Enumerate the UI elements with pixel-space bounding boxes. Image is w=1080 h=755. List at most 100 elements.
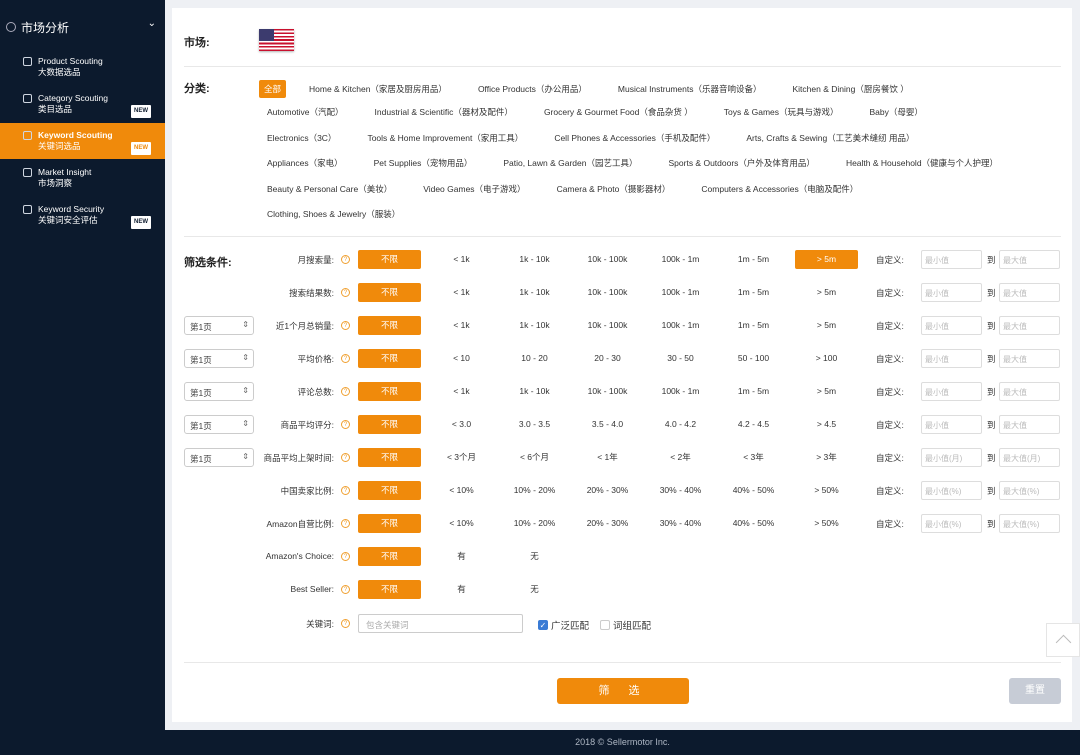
help-icon[interactable]: ? bbox=[341, 387, 350, 396]
filter-option[interactable]: < 3.0 bbox=[430, 415, 493, 434]
filter-option[interactable]: > 5m bbox=[795, 250, 858, 269]
max-value-input[interactable]: 最大值 bbox=[999, 283, 1060, 302]
max-value-input[interactable]: 最大值 bbox=[999, 316, 1060, 335]
filter-option[interactable]: 30 - 50 bbox=[649, 349, 712, 368]
filter-option[interactable]: 不限 bbox=[358, 415, 421, 434]
help-icon[interactable]: ? bbox=[341, 585, 350, 594]
filter-option[interactable]: 有 bbox=[430, 547, 493, 566]
category-option[interactable]: Grocery & Gourmet Food（食品杂货 ） bbox=[544, 106, 693, 118]
filter-option[interactable]: 不限 bbox=[358, 580, 421, 599]
help-icon[interactable]: ? bbox=[341, 354, 350, 363]
max-value-input[interactable]: 最大值(月) bbox=[999, 448, 1060, 467]
sidebar-item-keyword-security[interactable]: Keyword Security 关键词安全评估 NEW bbox=[0, 197, 165, 233]
filter-option[interactable]: 1k - 10k bbox=[503, 382, 566, 401]
filter-option[interactable]: > 5m bbox=[795, 283, 858, 302]
category-option[interactable]: Automotive（汽配） bbox=[267, 106, 344, 118]
min-value-input[interactable]: 最小值(%) bbox=[921, 514, 982, 533]
filter-option[interactable]: 有 bbox=[430, 580, 493, 599]
category-option[interactable]: Industrial & Scientific（器材及配件） bbox=[375, 106, 513, 118]
filter-option[interactable]: < 1k bbox=[430, 283, 493, 302]
filter-option[interactable]: 1k - 10k bbox=[503, 283, 566, 302]
min-value-input[interactable]: 最小值 bbox=[921, 283, 982, 302]
filter-option[interactable]: 20% - 30% bbox=[576, 481, 639, 500]
category-option[interactable]: Appliances（家电） bbox=[267, 157, 343, 169]
max-value-input[interactable]: 最大值 bbox=[999, 250, 1060, 269]
filter-option[interactable]: 3.0 - 3.5 bbox=[503, 415, 566, 434]
filter-option[interactable]: 1k - 10k bbox=[503, 316, 566, 335]
category-option[interactable]: 全部 bbox=[259, 80, 287, 98]
category-option[interactable]: Office Products（办公用品） bbox=[478, 83, 587, 95]
phrase-match-checkbox[interactable]: 词组匹配 bbox=[600, 618, 651, 632]
sidebar-item-category-scouting[interactable]: Category Scouting 类目选品 NEW bbox=[0, 86, 165, 122]
min-value-input[interactable]: 最小值(%) bbox=[921, 481, 982, 500]
us-flag-icon[interactable] bbox=[259, 29, 294, 51]
filter-option[interactable]: < 2年 bbox=[649, 448, 712, 467]
category-option[interactable]: Toys & Games（玩具与游戏） bbox=[724, 106, 839, 118]
help-icon[interactable]: ? bbox=[341, 519, 350, 528]
reset-button[interactable]: 重置 bbox=[1009, 678, 1061, 704]
back-to-top-button[interactable] bbox=[1046, 623, 1080, 657]
filter-option[interactable]: 不限 bbox=[358, 349, 421, 368]
filter-option[interactable]: 1k - 10k bbox=[503, 250, 566, 269]
help-icon[interactable]: ? bbox=[341, 288, 350, 297]
max-value-input[interactable]: 最大值(%) bbox=[999, 481, 1060, 500]
category-option[interactable]: Home & Kitchen（家居及厨房用品） bbox=[309, 83, 447, 95]
category-option[interactable]: Musical Instruments（乐器音响设备） bbox=[618, 83, 762, 95]
filter-option[interactable]: 10% - 20% bbox=[503, 514, 566, 533]
filter-option[interactable]: 无 bbox=[503, 547, 566, 566]
filter-option[interactable]: 不限 bbox=[358, 316, 421, 335]
category-option[interactable]: Sports & Outdoors（户外及体育用品） bbox=[669, 157, 815, 169]
sidebar-section-market-analysis[interactable]: 市场分析 ⌄ bbox=[6, 18, 156, 36]
filter-option[interactable]: 1m - 5m bbox=[722, 283, 785, 302]
filter-option[interactable]: 不限 bbox=[358, 448, 421, 467]
broad-match-checkbox[interactable]: ✓ 广泛匹配 bbox=[538, 618, 589, 632]
sidebar-item-product-scouting[interactable]: Product Scouting 大数据选品 bbox=[0, 49, 165, 85]
filter-option[interactable]: 1m - 5m bbox=[722, 316, 785, 335]
category-option[interactable]: Patio, Lawn & Garden（园艺工具） bbox=[503, 157, 637, 169]
max-value-input[interactable]: 最大值 bbox=[999, 382, 1060, 401]
help-icon[interactable]: ? bbox=[341, 552, 350, 561]
page-select[interactable]: 第1页 bbox=[184, 349, 254, 368]
filter-option[interactable]: 10k - 100k bbox=[576, 250, 639, 269]
filter-option[interactable]: < 1k bbox=[430, 250, 493, 269]
page-select[interactable]: 第1页 bbox=[184, 448, 254, 467]
filter-option[interactable]: 10k - 100k bbox=[576, 316, 639, 335]
filter-option[interactable]: 10k - 100k bbox=[576, 283, 639, 302]
help-icon[interactable]: ? bbox=[341, 420, 350, 429]
filter-option[interactable]: 40% - 50% bbox=[722, 481, 785, 500]
filter-option[interactable]: > 5m bbox=[795, 382, 858, 401]
filter-option[interactable]: 20 - 30 bbox=[576, 349, 639, 368]
category-option[interactable]: Health & Household（健康与个人护理） bbox=[846, 157, 998, 169]
filter-option[interactable]: 不限 bbox=[358, 514, 421, 533]
filter-option[interactable]: > 3年 bbox=[795, 448, 858, 467]
category-option[interactable]: Baby（母婴） bbox=[870, 106, 923, 118]
filter-option[interactable]: 100k - 1m bbox=[649, 382, 712, 401]
filter-option[interactable]: 不限 bbox=[358, 382, 421, 401]
category-option[interactable]: Beauty & Personal Care（美妆） bbox=[267, 183, 392, 195]
filter-option[interactable]: > 100 bbox=[795, 349, 858, 368]
filter-option[interactable]: < 3个月 bbox=[430, 448, 493, 467]
filter-option[interactable]: < 10% bbox=[430, 481, 493, 500]
page-select[interactable]: 第1页 bbox=[184, 316, 254, 335]
filter-option[interactable]: 100k - 1m bbox=[649, 250, 712, 269]
filter-option[interactable]: < 10 bbox=[430, 349, 493, 368]
filter-option[interactable]: 3.5 - 4.0 bbox=[576, 415, 639, 434]
filter-option[interactable]: 10k - 100k bbox=[576, 382, 639, 401]
filter-option[interactable]: < 1k bbox=[430, 316, 493, 335]
page-select[interactable]: 第1页 bbox=[184, 382, 254, 401]
help-icon[interactable]: ? bbox=[341, 619, 350, 628]
filter-option[interactable]: 50 - 100 bbox=[722, 349, 785, 368]
category-option[interactable]: Arts, Crafts & Sewing（工艺美术缝纫 用品） bbox=[746, 132, 914, 144]
help-icon[interactable]: ? bbox=[341, 255, 350, 264]
filter-option[interactable]: 20% - 30% bbox=[576, 514, 639, 533]
filter-option[interactable]: 10% - 20% bbox=[503, 481, 566, 500]
filter-option[interactable]: > 50% bbox=[795, 481, 858, 500]
filter-option[interactable]: > 5m bbox=[795, 316, 858, 335]
filter-option[interactable]: < 3年 bbox=[722, 448, 785, 467]
filter-option[interactable]: < 10% bbox=[430, 514, 493, 533]
help-icon[interactable]: ? bbox=[341, 453, 350, 462]
keyword-input[interactable]: 包含关键词 bbox=[358, 614, 523, 633]
filter-option[interactable]: < 6个月 bbox=[503, 448, 566, 467]
filter-option[interactable]: 1m - 5m bbox=[722, 382, 785, 401]
max-value-input[interactable]: 最大值 bbox=[999, 349, 1060, 368]
